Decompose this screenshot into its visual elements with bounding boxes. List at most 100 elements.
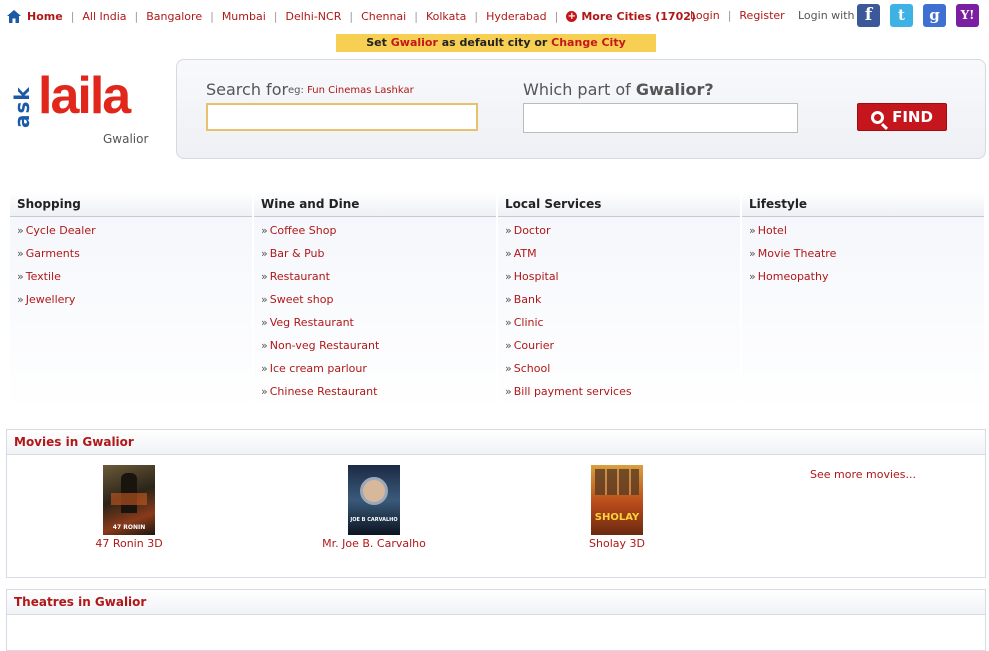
- city-link-hyderabad[interactable]: Hyderabad: [486, 10, 547, 23]
- list-item[interactable]: » Bank: [505, 292, 740, 315]
- raquo-icon: »: [261, 224, 268, 237]
- poster-faces: [595, 469, 639, 495]
- movie-card[interactable]: SHOLAY Sholay 3D: [542, 465, 692, 550]
- nav-separator: |: [273, 9, 278, 23]
- search-example-prefix: eg:: [288, 85, 304, 96]
- list-item[interactable]: » Chinese Restaurant: [261, 384, 496, 407]
- list-item-label: Doctor: [513, 224, 551, 237]
- register-link[interactable]: Register: [739, 9, 784, 22]
- raquo-icon: »: [505, 224, 512, 237]
- twitter-icon[interactable]: t: [890, 4, 913, 27]
- list-item-label: Coffee Shop: [269, 224, 337, 237]
- movie-poster[interactable]: SHOLAY: [591, 465, 643, 535]
- category-title: Wine and Dine: [254, 192, 496, 217]
- raquo-icon: »: [749, 247, 756, 260]
- list-item[interactable]: » Movie Theatre: [749, 246, 984, 269]
- list-item-label: School: [513, 362, 551, 375]
- list-item-label: Textile: [25, 270, 61, 283]
- category-wine-and-dine: Wine and Dine » Coffee Shop » Bar & Pub » R…: [254, 192, 496, 412]
- poster-text: JOE B CARVALHO: [350, 517, 398, 523]
- city-link-mumbai[interactable]: Mumbai: [222, 10, 266, 23]
- raquo-icon: »: [261, 385, 268, 398]
- movie-title[interactable]: 47 Ronin 3D: [54, 537, 204, 550]
- list-item[interactable]: » Courier: [505, 338, 740, 361]
- google-icon[interactable]: g: [923, 4, 946, 27]
- home-link[interactable]: Home: [7, 9, 63, 23]
- see-more-movies-link[interactable]: See more movies...: [810, 468, 916, 481]
- list-item-label: Ice cream parlour: [269, 362, 367, 375]
- city-link-chennai[interactable]: Chennai: [361, 10, 406, 23]
- raquo-icon: »: [17, 224, 24, 237]
- movie-card[interactable]: 47 RONIN 47 Ronin 3D: [54, 465, 204, 550]
- raquo-icon: »: [505, 316, 512, 329]
- login-with-label: Login with: [798, 9, 855, 22]
- asklaila-logo[interactable]: ask laila Gwalior: [8, 67, 168, 152]
- theatres-panel: Theatres in Gwalior: [6, 589, 986, 651]
- movie-poster[interactable]: JOE B CARVALHO: [348, 465, 400, 535]
- list-item[interactable]: » Restaurant: [261, 269, 496, 292]
- list-item[interactable]: » Non-veg Restaurant: [261, 338, 496, 361]
- list-item[interactable]: » Bar & Pub: [261, 246, 496, 269]
- logo-laila: laila: [38, 67, 131, 125]
- list-item[interactable]: » Garments: [17, 246, 252, 269]
- citybar-as-default: as default city or: [441, 36, 548, 49]
- movie-card[interactable]: JOE B CARVALHO Mr. Joe B. Carvalho: [299, 465, 449, 550]
- login-link[interactable]: Login: [690, 9, 720, 22]
- list-item[interactable]: » Jewellery: [17, 292, 252, 315]
- city-link-bangalore[interactable]: Bangalore: [146, 10, 202, 23]
- list-item[interactable]: » Sweet shop: [261, 292, 496, 315]
- raquo-icon: »: [505, 339, 512, 352]
- list-item-label: Bill payment services: [513, 385, 632, 398]
- list-item-label: Clinic: [513, 316, 544, 329]
- category-local-services: Local Services » Doctor » ATM » Hospital » B…: [498, 192, 740, 412]
- city-link-kolkata[interactable]: Kolkata: [426, 10, 466, 23]
- list-item[interactable]: » Homeopathy: [749, 269, 984, 292]
- list-item-label: Hospital: [513, 270, 559, 283]
- citybar-city-link[interactable]: Gwalior: [391, 36, 438, 49]
- search-input[interactable]: [206, 103, 478, 131]
- location-label-prefix: Which part of: [523, 80, 631, 99]
- list-item[interactable]: » Veg Restaurant: [261, 315, 496, 338]
- list-item[interactable]: » Textile: [17, 269, 252, 292]
- category-title: Shopping: [10, 192, 252, 217]
- more-cities-link[interactable]: + More Cities (1702): [566, 10, 696, 23]
- search-example-link[interactable]: Fun Cinemas Lashkar: [307, 85, 414, 96]
- raquo-icon: »: [261, 247, 268, 260]
- auth-separator: |: [727, 9, 732, 22]
- list-item[interactable]: » Clinic: [505, 315, 740, 338]
- find-button[interactable]: FIND: [857, 103, 947, 131]
- list-item[interactable]: » Doctor: [505, 223, 740, 246]
- default-city-bar: Set Gwalior as default city or Change Ci…: [336, 34, 656, 52]
- more-cities-label: More Cities (1702): [581, 9, 696, 23]
- search-for-label: Search for: [206, 80, 289, 99]
- list-item[interactable]: » Ice cream parlour: [261, 361, 496, 384]
- category-shopping: Shopping » Cycle Dealer » Garments » Textil…: [10, 192, 252, 412]
- list-item[interactable]: » Hotel: [749, 223, 984, 246]
- list-item-label: Bar & Pub: [269, 247, 325, 260]
- movie-poster[interactable]: 47 RONIN: [103, 465, 155, 535]
- list-item[interactable]: » School: [505, 361, 740, 384]
- list-item[interactable]: » Hospital: [505, 269, 740, 292]
- search-example: eg: Fun Cinemas Lashkar: [288, 85, 414, 96]
- list-item[interactable]: » ATM: [505, 246, 740, 269]
- list-item-label: Chinese Restaurant: [269, 385, 378, 398]
- home-label: Home: [27, 9, 63, 23]
- movies-panel: Movies in Gwalior 47 RONIN 47 Ronin 3D J…: [6, 429, 986, 578]
- find-label: FIND: [892, 108, 933, 126]
- raquo-icon: »: [749, 270, 756, 283]
- movie-title[interactable]: Sholay 3D: [542, 537, 692, 550]
- logo-city: Gwalior: [103, 132, 149, 146]
- raquo-icon: »: [505, 293, 512, 306]
- list-item[interactable]: » Bill payment services: [505, 384, 740, 407]
- list-item-label: Veg Restaurant: [269, 316, 354, 329]
- location-input[interactable]: [523, 103, 798, 133]
- city-link-delhi-ncr[interactable]: Delhi-NCR: [286, 10, 342, 23]
- change-city-link[interactable]: Change City: [551, 36, 626, 49]
- movie-title[interactable]: Mr. Joe B. Carvalho: [299, 537, 449, 550]
- list-item[interactable]: » Cycle Dealer: [17, 223, 252, 246]
- list-item[interactable]: » Coffee Shop: [261, 223, 496, 246]
- yahoo-icon[interactable]: Y!: [956, 4, 979, 27]
- city-link-all-india[interactable]: All India: [82, 10, 126, 23]
- raquo-icon: »: [261, 316, 268, 329]
- facebook-icon[interactable]: f: [857, 4, 880, 27]
